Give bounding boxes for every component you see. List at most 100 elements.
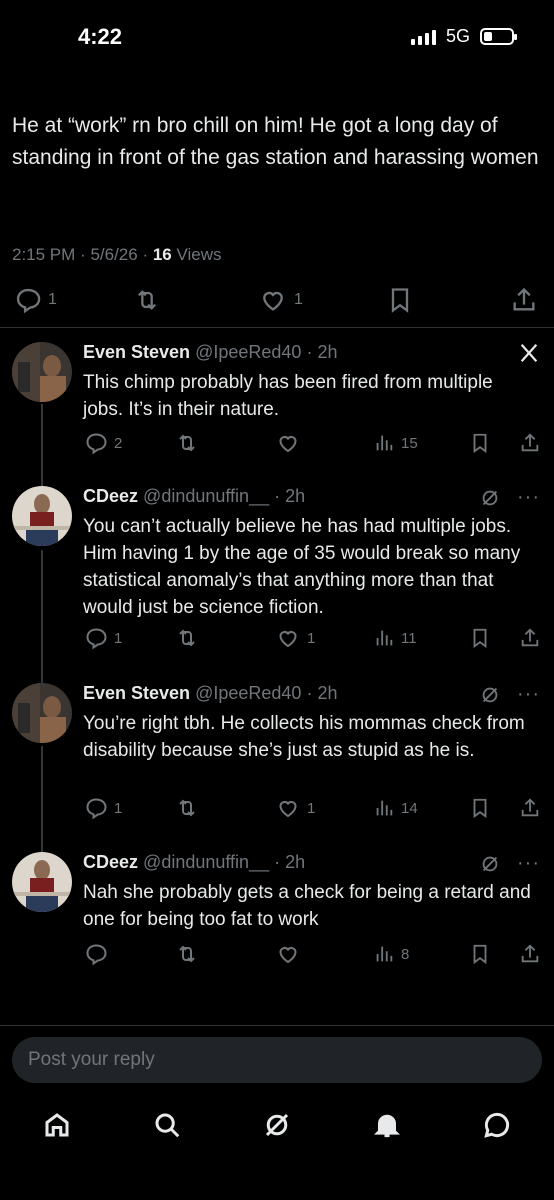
grok-icon bbox=[265, 1113, 289, 1137]
repost-button[interactable] bbox=[174, 431, 200, 455]
reply-button[interactable] bbox=[84, 942, 114, 966]
more-icon[interactable]: ··· bbox=[517, 683, 540, 706]
avatar[interactable] bbox=[12, 342, 72, 402]
network-type: 5G bbox=[445, 26, 470, 46]
views-button[interactable]: 15 bbox=[373, 431, 418, 455]
bookmark-icon bbox=[473, 628, 487, 649]
author-name[interactable]: CDeez bbox=[83, 852, 138, 872]
share-button[interactable] bbox=[510, 286, 538, 314]
bookmark-button[interactable] bbox=[469, 431, 491, 455]
like-button[interactable] bbox=[275, 431, 307, 455]
heart-icon bbox=[279, 631, 297, 648]
bookmark-icon bbox=[391, 288, 409, 313]
bell-icon bbox=[374, 1114, 400, 1138]
post-text: This chimp probably has been fired from … bbox=[83, 372, 493, 420]
post-age: 2h bbox=[285, 486, 306, 506]
views-button[interactable]: 8 bbox=[373, 942, 409, 966]
more-icon[interactable]: ··· bbox=[517, 486, 540, 509]
author-name[interactable]: CDeez bbox=[83, 486, 138, 506]
grok-icon[interactable] bbox=[479, 853, 501, 875]
bookmark-icon bbox=[473, 944, 487, 965]
bookmark-button[interactable] bbox=[469, 796, 491, 820]
tab-messages[interactable] bbox=[482, 1110, 512, 1145]
more-icon[interactable]: ··· bbox=[517, 852, 540, 875]
post-text: Nah she probably gets a check for being … bbox=[83, 882, 531, 930]
grok-icon[interactable] bbox=[479, 487, 501, 509]
reply-button[interactable]: 2 bbox=[84, 431, 122, 455]
bookmark-button[interactable] bbox=[469, 942, 491, 966]
main-tweet-views-label: Views bbox=[176, 245, 222, 264]
author-handle[interactable]: @dindunuffin__ bbox=[143, 486, 269, 506]
avatar[interactable] bbox=[12, 683, 72, 743]
repost-icon bbox=[179, 434, 195, 452]
like-button[interactable]: 1 bbox=[258, 286, 303, 314]
bookmark-button[interactable] bbox=[469, 626, 491, 650]
main-tweet-views-count: 16 bbox=[152, 245, 172, 264]
repost-button[interactable] bbox=[174, 942, 200, 966]
views-icon bbox=[376, 435, 393, 451]
like-button[interactable]: 1 bbox=[275, 626, 315, 650]
home-icon bbox=[45, 1113, 69, 1137]
reply-input-placeholder: Post your reply bbox=[28, 1049, 155, 1070]
reply-button[interactable]: 1 bbox=[84, 796, 122, 820]
like-count: 1 bbox=[307, 799, 316, 817]
main-tweet: He at “work” rn bro chill on him! He got… bbox=[12, 110, 542, 174]
share-button[interactable] bbox=[519, 626, 541, 650]
reply-count: 1 bbox=[114, 799, 123, 817]
reply-icon bbox=[86, 628, 107, 650]
reply-icon bbox=[86, 944, 107, 966]
reply-button[interactable]: 1 bbox=[14, 286, 57, 314]
views-count: 14 bbox=[401, 799, 418, 817]
divider bbox=[0, 327, 554, 328]
post-text: You can’t actually believe he has had mu… bbox=[83, 516, 521, 618]
views-button[interactable]: 14 bbox=[373, 796, 418, 820]
grok-icon[interactable] bbox=[479, 684, 501, 706]
status-time: 4:22 bbox=[78, 24, 123, 49]
divider bbox=[0, 1025, 554, 1026]
share-button[interactable] bbox=[519, 431, 541, 455]
author-handle[interactable]: @dindunuffin__ bbox=[143, 852, 269, 872]
like-button[interactable] bbox=[275, 942, 307, 966]
views-icon bbox=[376, 630, 393, 646]
views-button[interactable]: 11 bbox=[373, 626, 417, 650]
tab-search[interactable] bbox=[152, 1110, 182, 1145]
like-count: 1 bbox=[307, 629, 316, 647]
share-icon bbox=[521, 944, 539, 963]
repost-button[interactable] bbox=[132, 286, 162, 314]
repost-button[interactable] bbox=[174, 626, 200, 650]
reply-button[interactable]: 1 bbox=[84, 626, 122, 650]
bottom-tab-bar bbox=[0, 1100, 554, 1150]
author-handle[interactable]: @IpeeRed40 bbox=[195, 342, 301, 362]
post-age: 2h bbox=[317, 683, 338, 703]
avatar[interactable] bbox=[12, 486, 72, 546]
bookmark-button[interactable] bbox=[386, 286, 414, 314]
views-icon bbox=[376, 946, 393, 962]
author-name[interactable]: Even Steven bbox=[83, 683, 190, 703]
like-button[interactable]: 1 bbox=[275, 796, 315, 820]
status-indicators: 5G bbox=[410, 26, 517, 47]
reply-count: 2 bbox=[114, 434, 123, 452]
tab-home[interactable] bbox=[42, 1110, 72, 1145]
avatar[interactable] bbox=[12, 852, 72, 912]
views-count: 8 bbox=[401, 945, 410, 963]
search-icon bbox=[155, 1113, 180, 1138]
share-button[interactable] bbox=[519, 942, 541, 966]
battery-icon bbox=[480, 28, 517, 45]
author-handle[interactable]: @IpeeRed40 bbox=[195, 683, 301, 703]
message-icon bbox=[484, 1112, 510, 1138]
tab-notifications[interactable] bbox=[372, 1110, 402, 1145]
reply-input[interactable]: Post your reply bbox=[12, 1037, 542, 1083]
reply-icon bbox=[86, 433, 107, 455]
bookmark-icon bbox=[473, 798, 487, 819]
repost-button[interactable] bbox=[174, 796, 200, 820]
share-button[interactable] bbox=[519, 796, 541, 820]
share-icon bbox=[521, 433, 539, 452]
post-actions: 1 1 14 bbox=[0, 796, 554, 822]
repost-icon bbox=[138, 290, 156, 310]
share-icon bbox=[521, 798, 539, 817]
main-tweet-date: 5/6/26 bbox=[90, 245, 138, 264]
main-tweet-meta: 2:15 PM · 5/6/26 · 16 Views bbox=[12, 245, 222, 264]
tab-grok[interactable] bbox=[262, 1110, 292, 1145]
main-tweet-time: 2:15 PM bbox=[12, 245, 76, 264]
author-name[interactable]: Even Steven bbox=[83, 342, 190, 362]
